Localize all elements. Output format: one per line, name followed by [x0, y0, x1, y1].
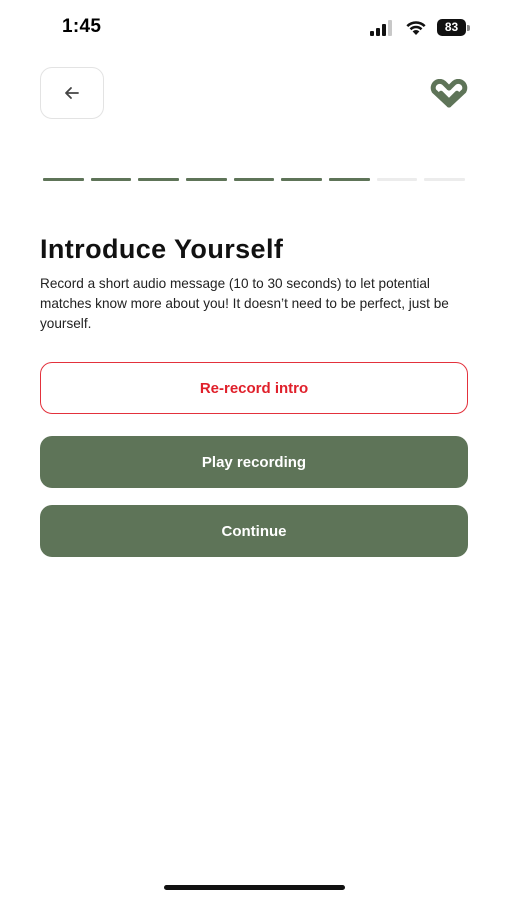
battery-tip [467, 25, 470, 31]
back-button[interactable] [40, 67, 104, 119]
progress-segment [376, 178, 418, 181]
progress-segment [138, 178, 180, 181]
home-indicator[interactable] [164, 885, 345, 890]
progress-segment [329, 178, 370, 181]
progress-segment [43, 178, 84, 181]
battery-icon: 83 [437, 19, 470, 36]
progress-segment [281, 178, 323, 181]
play-recording-button[interactable]: Play recording [40, 436, 468, 488]
page-description: Record a short audio message (10 to 30 s… [40, 276, 449, 331]
page-title: Introduce Yourself [40, 234, 284, 264]
rerecord-intro-button[interactable]: Re-record intro [40, 362, 468, 414]
onboarding-progress [43, 178, 466, 181]
status-bar: 1:45 83 [0, 0, 507, 56]
progress-segment [186, 178, 227, 181]
battery-level: 83 [437, 19, 466, 36]
progress-segment [90, 178, 132, 181]
progress-segment [424, 178, 466, 181]
continue-button[interactable]: Continue [40, 505, 468, 557]
arrow-left-icon [65, 87, 79, 99]
progress-segment [233, 178, 275, 181]
status-time: 1:45 [62, 16, 102, 37]
cellular-signal-icon [370, 20, 392, 36]
heart-link-logo-icon [430, 79, 468, 108]
wifi-icon [406, 21, 426, 35]
